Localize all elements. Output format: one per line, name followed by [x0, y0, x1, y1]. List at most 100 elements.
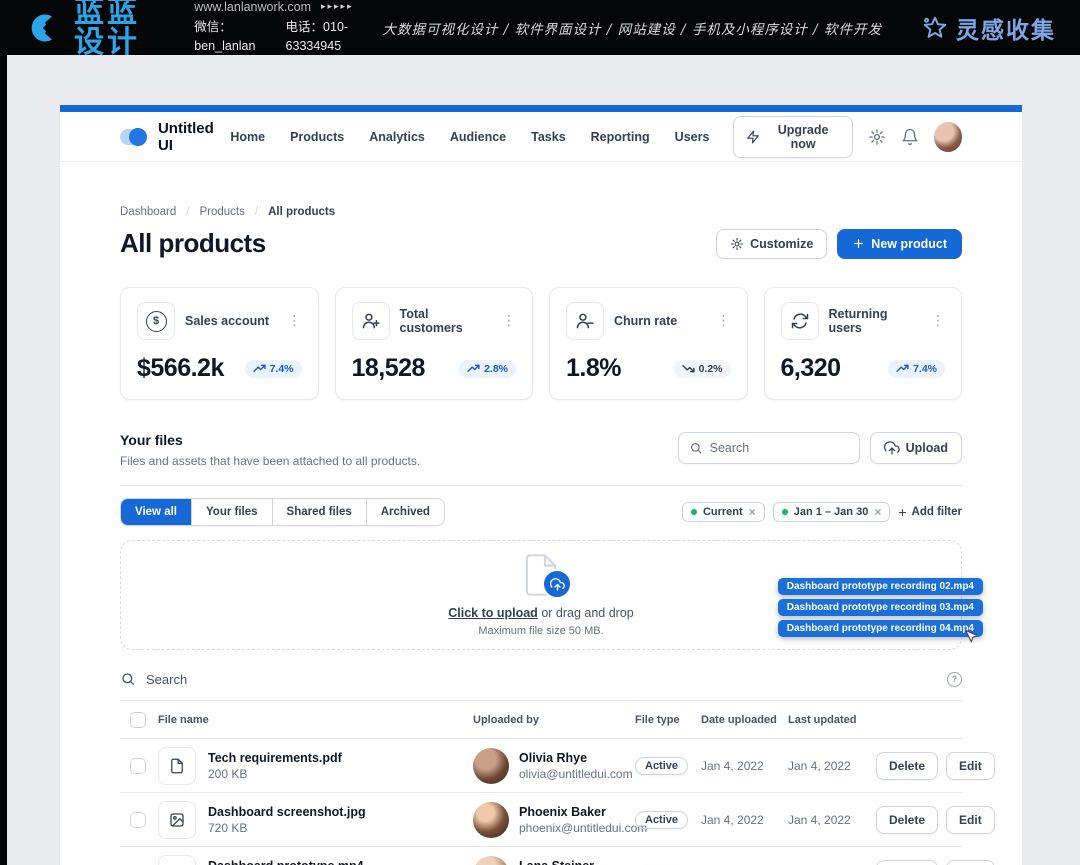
banner-services: 大数据可视化设计 / 软件界面设计 / 网站建设 / 手机及小程序设计 / 软件… — [382, 18, 882, 38]
app-brand: Untitled UI — [120, 120, 230, 154]
table-search[interactable]: ? — [120, 662, 962, 701]
row-checkbox[interactable] — [130, 758, 146, 774]
filters: Current × Jan 1 – Jan 30 × + Add filter — [682, 502, 962, 522]
tab-your-files[interactable]: Your files — [191, 499, 272, 525]
add-filter-button[interactable]: + Add filter — [898, 504, 962, 520]
trend-down-icon — [682, 364, 695, 373]
select-all-checkbox[interactable] — [130, 712, 146, 728]
green-dot-icon — [691, 509, 697, 515]
stat-card-customers: Total customers ⋮ 18,528 2.8% — [335, 287, 534, 400]
plus-icon — [852, 237, 865, 250]
uploader-name: Phoenix Baker — [519, 805, 647, 819]
nav-item-users[interactable]: Users — [675, 130, 710, 144]
nav-item-analytics[interactable]: Analytics — [369, 130, 425, 144]
customize-button[interactable]: Customize — [716, 229, 827, 259]
tabs-row: View all Your files Shared files Archive… — [120, 498, 962, 526]
table-header: File name Uploaded by File type Date upl… — [120, 701, 962, 739]
upload-button[interactable]: Upload — [870, 432, 962, 464]
edit-button[interactable]: Edit — [946, 806, 995, 834]
user-avatar[interactable] — [934, 122, 962, 152]
edit-button[interactable]: Edit — [946, 752, 995, 780]
image-icon — [158, 801, 196, 839]
notifications-button[interactable] — [901, 128, 919, 146]
date-uploaded: Jan 4, 2022 — [701, 759, 788, 773]
app-window: Untitled UI Home Products Analytics Audi… — [60, 105, 1022, 865]
edit-button[interactable]: Edit — [946, 860, 995, 865]
kebab-menu-icon[interactable]: ⋮ — [717, 314, 731, 328]
help-icon[interactable]: ? — [947, 672, 962, 687]
table-row: Dashboard screenshot.jpg 720 KB Phoenix … — [120, 793, 962, 847]
currency-dollar-icon: $ — [137, 302, 175, 340]
delete-button[interactable]: Delete — [876, 860, 938, 865]
files-search-input[interactable] — [678, 432, 860, 464]
nav-item-reporting[interactable]: Reporting — [591, 130, 650, 144]
kebab-menu-icon[interactable]: ⋮ — [931, 314, 945, 328]
upgrade-button[interactable]: Upgrade now — [733, 116, 852, 158]
column-header: Date uploaded — [701, 714, 788, 726]
click-to-upload-link[interactable]: Click to upload — [448, 606, 538, 620]
promo-banner: 蓝蓝设计 www.lanlanwork.com ▸▸▸▸▸ 微信：ben_lan… — [0, 0, 1080, 55]
page-title: All products — [120, 228, 266, 259]
banner-website: www.lanlanwork.com — [194, 0, 311, 18]
uploader-email: phoenix@untitledui.com — [519, 821, 647, 835]
nav-item-audience[interactable]: Audience — [450, 130, 506, 144]
close-icon[interactable]: × — [874, 506, 881, 518]
app-navbar: Untitled UI Home Products Analytics Audi… — [60, 112, 1022, 162]
status-badge: Active — [635, 811, 688, 829]
stat-card-returning: Returning users ⋮ 6,320 7.4% — [764, 287, 963, 400]
accent-bar — [60, 105, 1022, 112]
column-header: Uploaded by — [473, 714, 635, 726]
new-product-button[interactable]: New product — [837, 229, 962, 259]
uploader-email: olivia@untitledui.com — [519, 767, 633, 781]
table-search-field[interactable] — [146, 672, 937, 687]
close-icon[interactable]: × — [749, 506, 756, 518]
file-upload-icon — [522, 553, 560, 597]
files-search-field[interactable] — [710, 441, 849, 455]
collect-logo-text: 灵感收集 — [956, 11, 1056, 45]
delete-button[interactable]: Delete — [876, 752, 938, 780]
stat-label: Returning users — [829, 307, 922, 335]
video-icon — [158, 855, 196, 865]
breadcrumb-dashboard[interactable]: Dashboard — [120, 206, 176, 218]
stat-cards: $ Sales account ⋮ $566.2k 7.4% — [120, 287, 962, 400]
stat-card-churn: Churn rate ⋮ 1.8% 0.2% — [549, 287, 748, 400]
breadcrumb: Dashboard / Products / All products — [120, 206, 962, 218]
last-updated: Jan 4, 2022 — [788, 759, 876, 773]
files-section-header: Your files Files and assets that have be… — [120, 432, 962, 486]
column-header: Last updated — [788, 714, 876, 726]
uploader-name: Lana Steiner — [519, 859, 628, 865]
upload-dropzone[interactable]: Click to upload or drag and drop Maximum… — [120, 540, 962, 650]
dropzone-text: or drag and drop — [541, 606, 633, 620]
tab-shared-files[interactable]: Shared files — [272, 499, 366, 525]
stat-value: 6,320 — [781, 354, 841, 383]
banner-wechat: 微信：ben_lanlan — [194, 18, 263, 57]
tab-archived[interactable]: Archived — [366, 499, 444, 525]
file-name: Dashboard prototype.mp4 — [208, 859, 364, 865]
app-brand-name: Untitled UI — [158, 120, 230, 154]
avatar — [473, 802, 509, 838]
trend-up-icon — [896, 364, 909, 373]
arrows-decoration: ▸▸▸▸▸ — [321, 1, 354, 15]
filter-pill-current[interactable]: Current × — [682, 502, 765, 522]
kebab-menu-icon[interactable]: ⋮ — [288, 314, 302, 328]
cursor-icon — [963, 629, 977, 644]
nav-item-home[interactable]: Home — [230, 130, 265, 144]
uploader-name: Olivia Rhye — [519, 751, 633, 765]
stat-card-sales: $ Sales account ⋮ $566.2k 7.4% — [120, 287, 319, 400]
kebab-menu-icon[interactable]: ⋮ — [502, 314, 516, 328]
tab-view-all[interactable]: View all — [121, 499, 191, 525]
trend-badge: 0.2% — [674, 360, 731, 378]
lanlan-logo-icon — [24, 10, 60, 46]
breadcrumb-separator: / — [186, 206, 189, 218]
search-icon — [120, 671, 136, 687]
settings-button[interactable] — [868, 128, 886, 146]
delete-button[interactable]: Delete — [876, 806, 938, 834]
breadcrumb-current: All products — [268, 206, 335, 218]
nav-links: Home Products Analytics Audience Tasks R… — [230, 130, 709, 144]
nav-item-tasks[interactable]: Tasks — [531, 130, 566, 144]
filter-pill-date-range[interactable]: Jan 1 – Jan 30 × — [773, 502, 891, 522]
breadcrumb-products[interactable]: Products — [199, 206, 244, 218]
nav-item-products[interactable]: Products — [290, 130, 344, 144]
row-checkbox[interactable] — [130, 812, 146, 828]
trend-badge: 7.4% — [888, 360, 945, 378]
